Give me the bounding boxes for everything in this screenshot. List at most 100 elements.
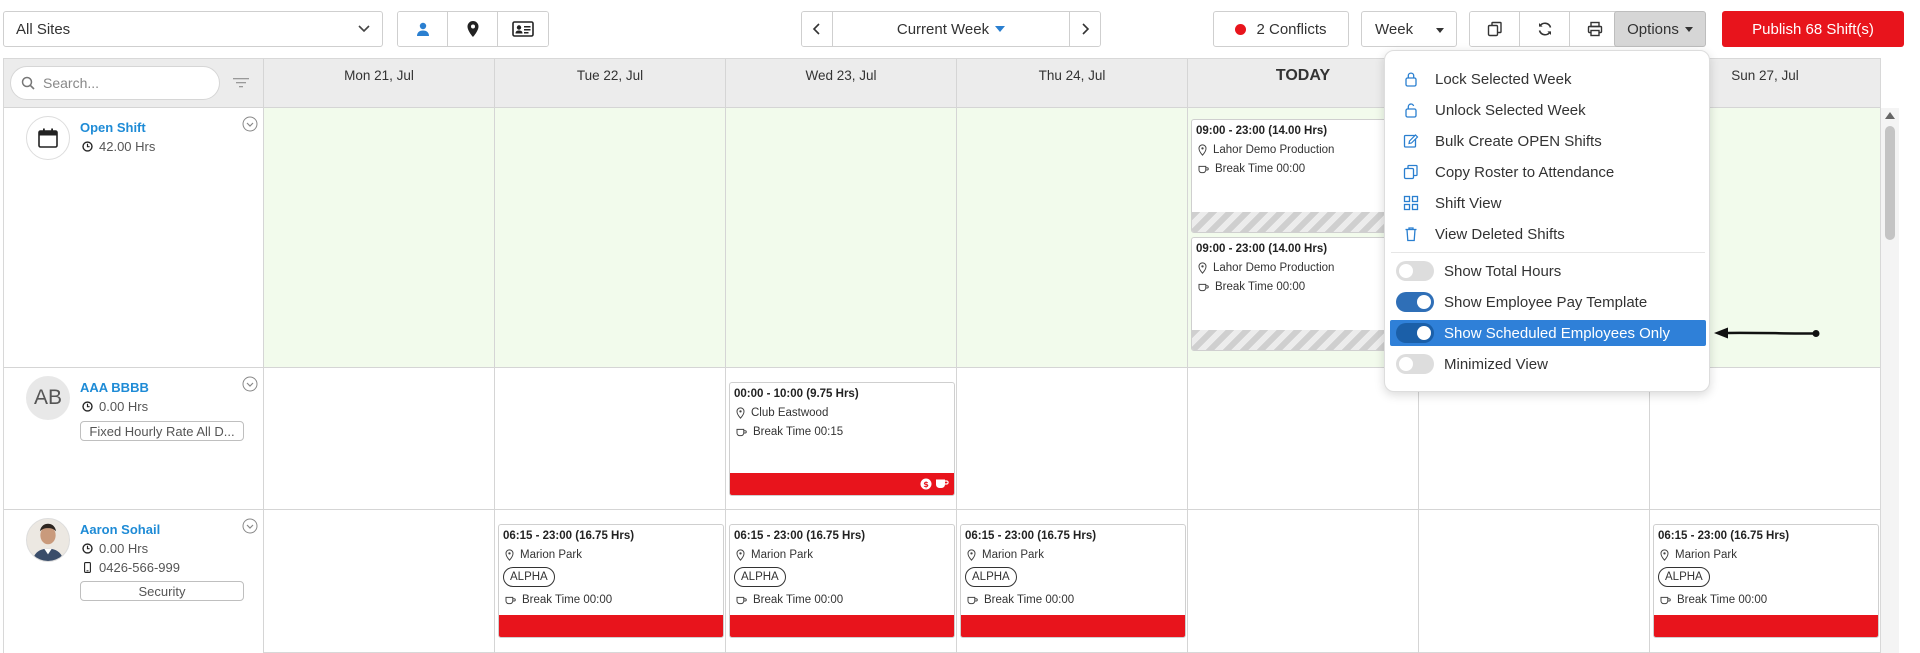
current-week-label: Current Week: [896, 20, 990, 38]
toggle-show-pay-template[interactable]: Show Employee Pay Template: [1392, 289, 1705, 315]
next-week-button[interactable]: [1070, 12, 1100, 46]
options-dropdown-button[interactable]: Options: [1614, 11, 1706, 47]
menu-item-bulk-create[interactable]: Bulk Create OPEN Shifts: [1403, 130, 1602, 152]
col-divider: [725, 510, 726, 653]
col-divider: [956, 510, 957, 653]
coffee-cup-icon: [1660, 596, 1671, 604]
caret-down-icon: [1436, 28, 1444, 33]
shift-location: Lahor Demo Production: [1198, 262, 1334, 274]
clock-icon: [82, 401, 93, 412]
site-select-value: All Sites: [16, 20, 71, 38]
employee-search-input[interactable]: Search...: [10, 66, 220, 100]
shift-location: Marion Park: [967, 549, 1044, 561]
action-button-group: [1469, 11, 1621, 47]
shift-time: 09:00 - 23:00 (14.00 Hrs): [1196, 125, 1328, 137]
employee-hours: 0.00 Hrs: [82, 399, 148, 414]
expand-chevron-icon[interactable]: [242, 518, 258, 534]
mobile-phone-icon: [84, 562, 91, 573]
toggle-minimized-view[interactable]: Minimized View: [1392, 351, 1705, 377]
shift-break-text: Break Time 00:00: [1677, 594, 1768, 606]
shift-break: Break Time 00:00: [1660, 594, 1767, 606]
search-placeholder: Search...: [43, 75, 100, 91]
toggle-switch[interactable]: [1396, 292, 1434, 312]
employee-name[interactable]: Aaron Sohail: [80, 522, 160, 537]
toggle-show-total-hours[interactable]: Show Total Hours: [1392, 258, 1705, 284]
toggle-switch[interactable]: [1396, 323, 1434, 343]
toggle-switch[interactable]: [1396, 354, 1434, 374]
id-card-icon: [512, 21, 534, 37]
print-button[interactable]: [1570, 12, 1620, 46]
shift-break: Break Time 00:00: [1198, 281, 1305, 293]
col-divider: [263, 108, 264, 367]
unassigned-hatch-bar: [1192, 212, 1416, 232]
employee-name[interactable]: Open Shift: [80, 120, 146, 135]
refresh-button[interactable]: [1520, 12, 1570, 46]
publish-shifts-button[interactable]: Publish 68 Shift(s): [1722, 11, 1904, 47]
employee-photo-avatar: [26, 518, 70, 562]
shift-break-text: Break Time 00:00: [1215, 281, 1306, 293]
employee-hours: 0.00 Hrs: [82, 541, 148, 556]
prev-week-button[interactable]: [802, 12, 832, 46]
col-divider: [1187, 368, 1188, 509]
menu-item-copy-roster[interactable]: Copy Roster to Attendance: [1403, 161, 1614, 183]
menu-item-deleted-shifts[interactable]: View Deleted Shifts: [1403, 223, 1565, 245]
coffee-cup-icon: [1198, 165, 1209, 173]
shift-card[interactable]: 06:15 - 23:00 (16.75 Hrs) Marion Park AL…: [498, 524, 724, 638]
expand-chevron-icon[interactable]: [242, 116, 258, 132]
employee-view-button[interactable]: [398, 12, 448, 46]
copy-icon: [1403, 164, 1418, 180]
vertical-scrollbar[interactable]: [1881, 108, 1899, 653]
shift-location-text: Marion Park: [1675, 549, 1737, 561]
scroll-thumb[interactable]: [1885, 126, 1895, 240]
site-select[interactable]: All Sites: [3, 11, 383, 47]
coffee-cup-icon: [736, 596, 747, 604]
col-divider: [956, 108, 957, 367]
conflicts-label: 2 Conflicts: [1256, 20, 1327, 38]
shift-card[interactable]: 06:15 - 23:00 (16.75 Hrs) Marion Park AL…: [729, 524, 955, 638]
pay-template-tag: Fixed Hourly Rate All D...: [80, 421, 244, 441]
shift-break-text: Break Time 00:00: [984, 594, 1075, 606]
shift-card[interactable]: 00:00 - 10:00 (9.75 Hrs) Club Eastwood B…: [729, 382, 955, 496]
shift-break: Break Time 00:00: [1198, 163, 1305, 175]
map-pin-icon: [1198, 262, 1207, 274]
toggle-label: Show Employee Pay Template: [1444, 293, 1648, 311]
conflicts-button[interactable]: 2 Conflicts: [1213, 11, 1349, 47]
shift-break: Break Time 00:00: [967, 594, 1074, 606]
employee-name[interactable]: AAA BBBB: [80, 380, 149, 395]
menu-item-unlock-week[interactable]: Unlock Selected Week: [1403, 99, 1586, 121]
coffee-cup-icon: [505, 596, 516, 604]
shift-location-text: Marion Park: [751, 549, 813, 561]
toggle-label: Show Total Hours: [1444, 262, 1562, 280]
shift-status-bar: $: [730, 473, 954, 495]
view-mode-group: [397, 11, 549, 47]
copy-button[interactable]: [1470, 12, 1520, 46]
map-pin-icon: [505, 549, 514, 561]
menu-item-lock-week[interactable]: Lock Selected Week: [1403, 68, 1571, 90]
menu-divider: [1391, 252, 1705, 253]
shift-location-text: Club Eastwood: [751, 407, 829, 419]
view-period-select[interactable]: Week: [1361, 11, 1457, 47]
menu-item-label: Bulk Create OPEN Shifts: [1435, 132, 1602, 150]
col-divider: [725, 108, 726, 367]
shift-time: 09:00 - 23:00 (14.00 Hrs): [1196, 243, 1328, 255]
current-week-dropdown[interactable]: Current Week: [832, 12, 1070, 46]
location-view-button[interactable]: [448, 12, 498, 46]
menu-item-shift-view[interactable]: Shift View: [1403, 192, 1501, 214]
shift-status-bar: [961, 615, 1185, 637]
col-divider: [263, 510, 264, 653]
shift-card[interactable]: 06:15 - 23:00 (16.75 Hrs) Marion Park AL…: [960, 524, 1186, 638]
toggle-switch[interactable]: [1396, 261, 1434, 281]
expand-chevron-icon[interactable]: [242, 376, 258, 392]
id-card-view-button[interactable]: [498, 12, 548, 46]
toggle-show-scheduled-only[interactable]: Show Scheduled Employees Only: [1390, 320, 1706, 346]
shift-location: Marion Park: [505, 549, 582, 561]
shift-break-text: Break Time 00:00: [753, 594, 844, 606]
shift-break: Break Time 00:00: [736, 594, 843, 606]
week-navigator: Current Week: [801, 11, 1101, 47]
role-tag: Security: [80, 581, 244, 601]
filter-icon[interactable]: [233, 76, 249, 90]
shift-card[interactable]: 06:15 - 23:00 (16.75 Hrs) Marion Park AL…: [1653, 524, 1879, 638]
day-header-tue: Tue 22, Jul: [494, 59, 725, 107]
employee-row-aaron-sohail: Aaron Sohail 0.00 Hrs 0426-566-999 Secur…: [4, 510, 1880, 653]
scroll-up-arrow-icon[interactable]: [1885, 112, 1895, 119]
